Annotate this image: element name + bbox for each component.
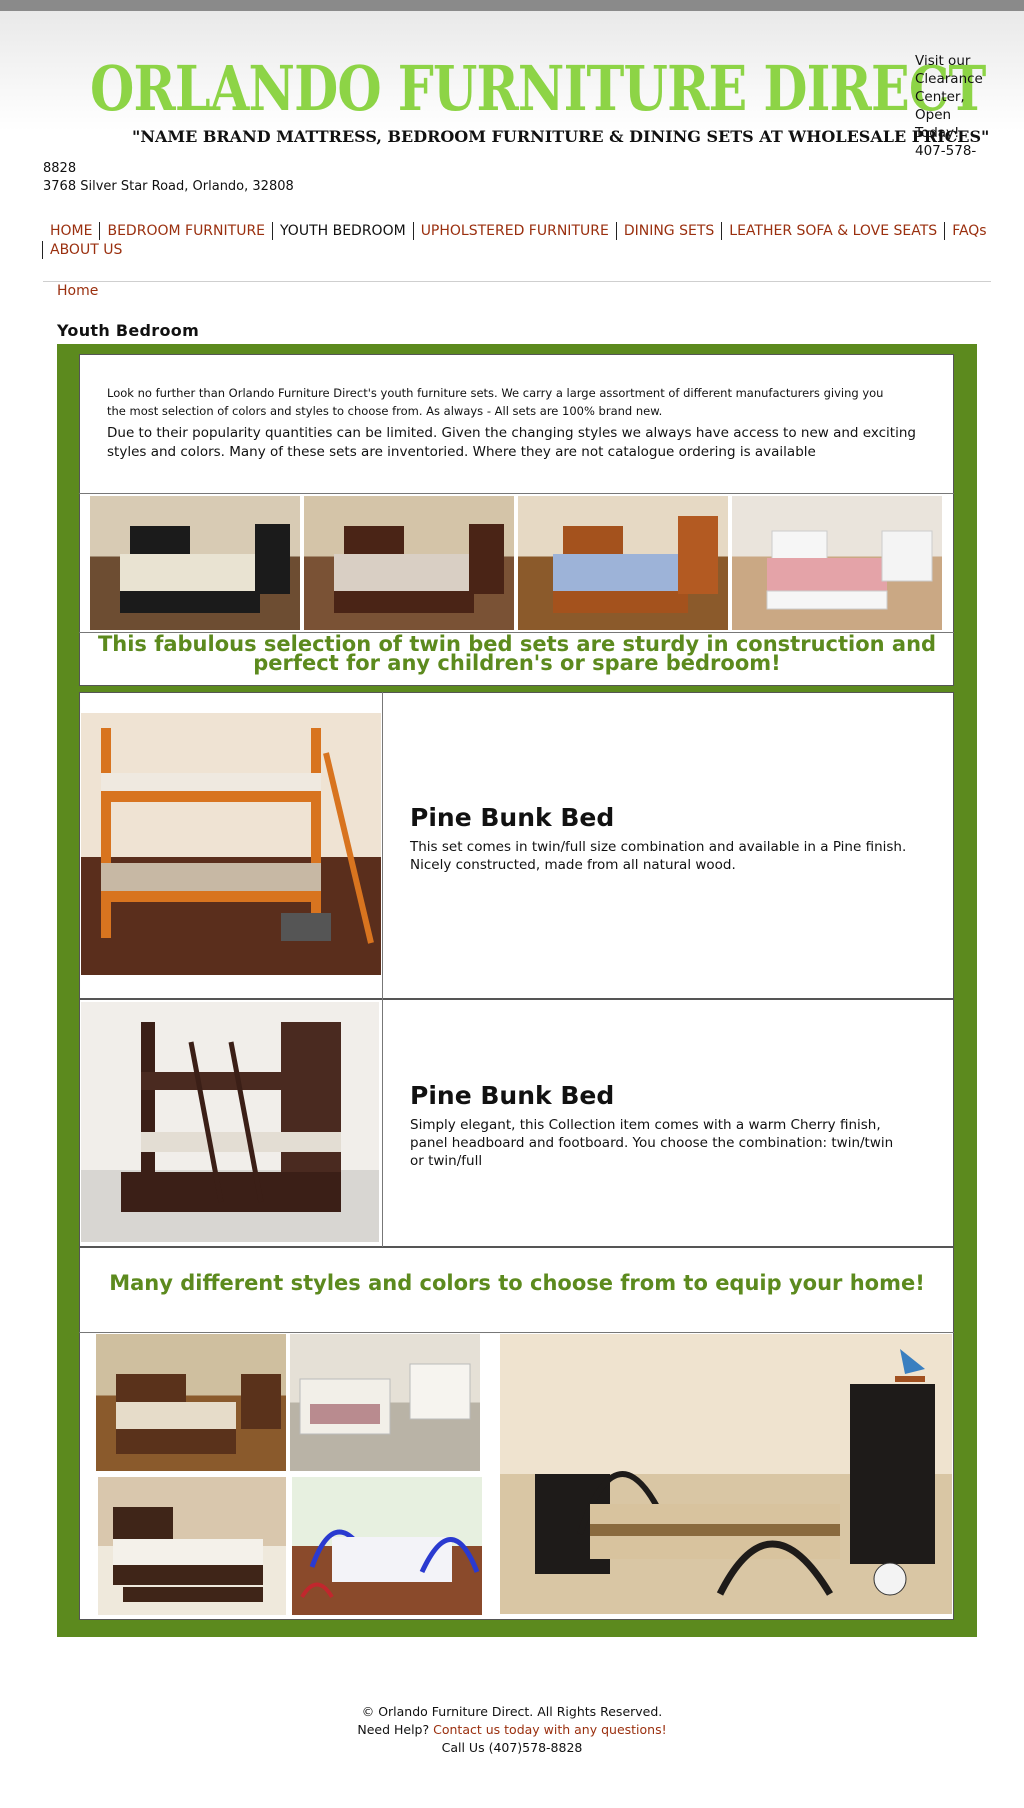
style-photo-black-metal-bed <box>500 1334 952 1614</box>
nav-item-faqs[interactable]: FAQs <box>944 222 993 240</box>
twin-bed-photo-cherry <box>304 496 514 630</box>
top-bar <box>0 0 1024 11</box>
intro-divider <box>79 493 954 494</box>
bed-illustration <box>334 524 504 613</box>
nav-item-dining-sets[interactable]: DINING SETS <box>615 222 721 240</box>
site-title[interactable]: ORLANDO FURNITURE DIRECT <box>90 52 986 126</box>
twin-bed-photo-oak <box>518 496 728 630</box>
pine-bunk-bed-photo <box>81 713 381 975</box>
visit-line: 407-578- <box>915 143 977 159</box>
styles-divider <box>79 1332 954 1333</box>
product-title[interactable]: Pine Bunk Bed <box>410 1081 614 1110</box>
bunk-bed-illustration <box>101 728 374 944</box>
main-nav: HOME BEDROOM FURNITURE YOUTH BEDROOM UPHOLS… <box>42 222 1002 260</box>
bed-illustration <box>120 524 290 613</box>
twin-bed-photo-white <box>732 496 942 630</box>
nav-item-home[interactable]: HOME <box>42 222 99 240</box>
address-line: 3768 Silver Star Road, Orlando, 32808 <box>43 179 294 194</box>
product-divider <box>382 692 383 999</box>
product-divider <box>382 999 383 1247</box>
store-address: 8828 3768 Silver Star Road, Orlando, 328… <box>43 160 294 196</box>
intro-paragraph-1: Look no further than Orlando Furniture D… <box>107 386 884 418</box>
bed-illustration <box>553 516 718 613</box>
footer-call: Call Us (407)578-8828 <box>441 1740 583 1755</box>
site-tagline: "NAME BRAND MATTRESS, BEDROOM FURNITURE … <box>132 127 990 146</box>
intro-paragraph-2: Due to their popularity quantities can b… <box>107 425 916 460</box>
bed-illustration <box>116 1374 281 1454</box>
bed-illustration <box>113 1507 263 1602</box>
bed-illustration <box>299 1363 471 1435</box>
styles-caption: Many different styles and colors to choo… <box>109 1271 925 1295</box>
twin-bed-caption: This fabulous selection of twin bed sets… <box>97 632 937 675</box>
visit-line: Open <box>915 107 952 123</box>
nav-item-youth-bedroom[interactable]: YOUTH BEDROOM <box>272 222 413 240</box>
nav-item-upholstered-furniture[interactable]: UPHOLSTERED FURNITURE <box>412 222 616 240</box>
nav-divider <box>43 281 991 282</box>
nav-item-bedroom-furniture[interactable]: BEDROOM FURNITURE <box>99 222 272 240</box>
twin-bed-photo-black <box>90 496 300 630</box>
breadcrumb-home[interactable]: Home <box>57 283 98 299</box>
bunk-bed-illustration <box>121 1022 341 1212</box>
style-photo-trundle-bed <box>98 1477 286 1615</box>
visit-line: Center, <box>915 89 965 105</box>
footer-help-label: Need Help? <box>357 1722 430 1737</box>
footer-help: Need Help? Contact us today with any que… <box>0 1721 1024 1739</box>
bed-illustration <box>300 1529 480 1599</box>
nav-item-leather-sofa[interactable]: LEATHER SOFA & LOVE SEATS <box>721 222 944 240</box>
visit-line: Visit our <box>915 53 971 69</box>
visit-line: Today! <box>915 125 960 141</box>
style-photo-metal-bed <box>292 1477 482 1615</box>
cherry-bunk-bed-photo <box>81 1002 379 1242</box>
bed-illustration <box>766 530 933 610</box>
style-photo-daybed <box>290 1334 480 1471</box>
product-description: Simply elegant, this Collection item com… <box>410 1117 894 1169</box>
bed-illustration <box>535 1349 935 1596</box>
style-photo-captain-bed <box>96 1334 286 1471</box>
visit-line: Clearance <box>915 71 983 87</box>
product-description: This set comes in twin/full size combina… <box>410 839 907 873</box>
address-line: 8828 <box>43 161 77 176</box>
page-title: Youth Bedroom <box>57 321 200 340</box>
visit-clearance-note: Visit our Clearance Center, Open Today! … <box>915 52 1005 160</box>
contact-link[interactable]: Contact us today with any questions! <box>433 1722 667 1737</box>
product-title[interactable]: Pine Bunk Bed <box>410 803 614 832</box>
footer-copyright: © Orlando Furniture Direct. All Rights R… <box>361 1704 663 1719</box>
nav-item-about-us[interactable]: ABOUT US <box>42 241 129 259</box>
